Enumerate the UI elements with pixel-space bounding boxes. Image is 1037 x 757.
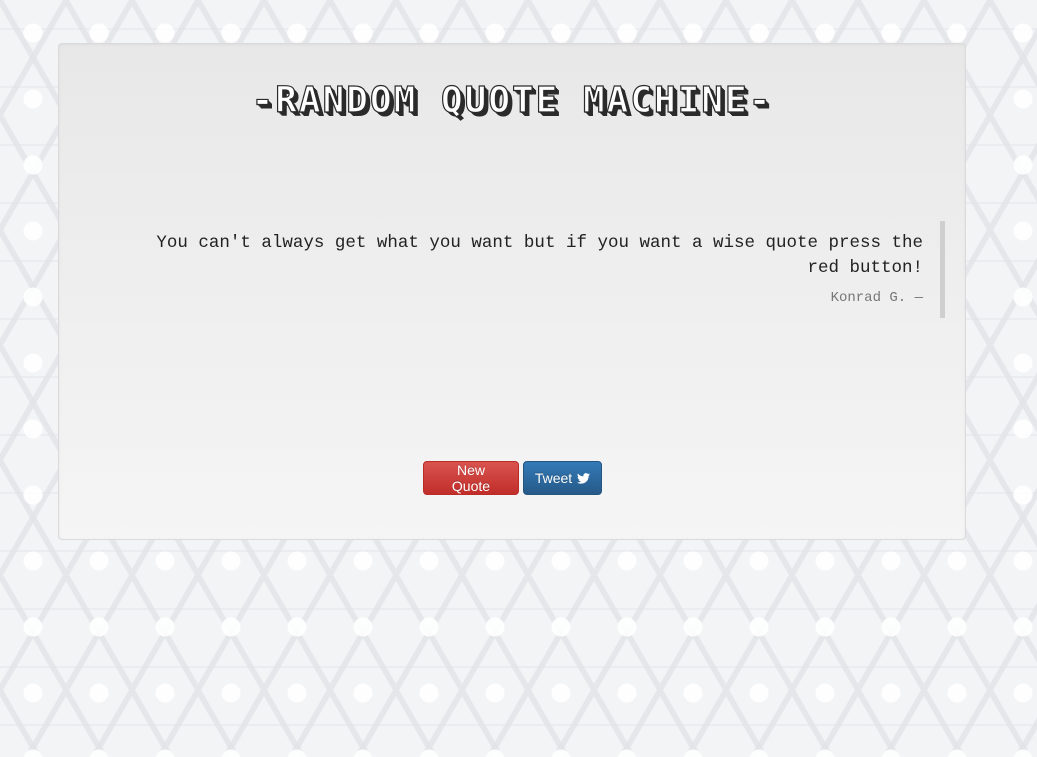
button-row: New Quote Tweet [423, 461, 602, 495]
twitter-icon [577, 472, 591, 484]
quote-block: You can't always get what you want but i… [125, 221, 945, 318]
page-title: -RANDOM QUOTE MACHINE- [251, 79, 773, 121]
quote-panel: -RANDOM QUOTE MACHINE- You can't always … [58, 43, 966, 540]
new-quote-button[interactable]: New Quote [423, 461, 519, 495]
quote-text: You can't always get what you want but i… [156, 233, 923, 278]
tweet-label: Tweet [534, 470, 573, 486]
tweet-button[interactable]: Tweet [523, 461, 602, 495]
new-quote-label: New Quote [451, 462, 491, 494]
quote-author: Konrad G. — [830, 290, 923, 306]
